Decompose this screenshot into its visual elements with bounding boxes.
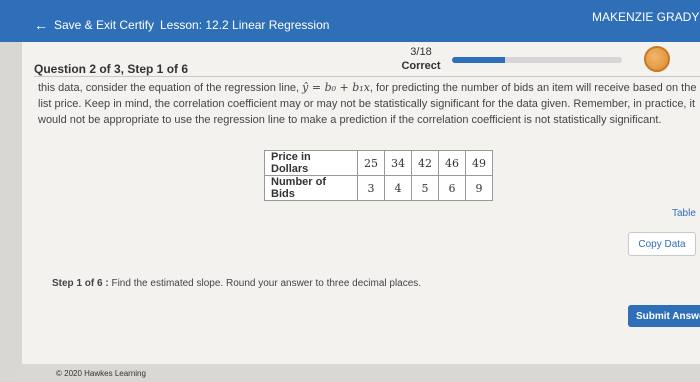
top-bar: ← Save & Exit Certify Lesson: 12.2 Linea… [0,0,700,42]
question-title: Question 2 of 3, Step 1 of 6 [34,62,189,76]
question-prompt: this data, consider the equation of the … [38,80,698,128]
table-row: Price in Dollars 25 34 42 46 49 [264,150,493,176]
table-cell: 25 [357,150,385,176]
table-cell: 9 [465,175,493,201]
copy-data-button[interactable]: Copy Data [628,232,696,256]
step-text: Find the estimated slope. Round your ans… [111,278,422,289]
question-panel: Question 2 of 3, Step 1 of 6 3/18 Correc… [22,42,700,382]
lesson-title: Lesson: 12.2 Linear Regression [160,18,330,32]
progress-bar [452,57,622,63]
data-table: Price in Dollars 25 34 42 46 49 Number o… [264,150,493,201]
step-instruction: Step 1 of 6 : Find the estimated slope. … [52,278,421,289]
footer: © 2020 Hawkes Learning [22,364,700,382]
divider [34,76,700,77]
table-link[interactable]: Table [672,208,696,219]
score-display: 3/18 Correct [396,46,446,72]
regression-equation: ŷ = b₀ + b₁x [302,81,370,94]
table-cell: 49 [465,150,493,176]
row-header-bids: Number of Bids [264,175,358,201]
prompt-text-before: this data, consider the equation of the … [38,82,303,94]
user-name[interactable]: MAKENZIE GRADY [592,10,699,24]
achievement-badge-icon[interactable] [644,46,670,72]
table-cell: 3 [357,175,385,201]
table-cell: 5 [411,175,439,201]
table-cell: 42 [411,150,439,176]
table-cell: 34 [384,150,412,176]
copyright-text: © 2020 Hawkes Learning [56,369,146,378]
table-row: Number of Bids 3 4 5 6 9 [264,175,493,201]
step-label: Step 1 of 6 : [52,278,109,289]
score-fraction: 3/18 [410,46,432,58]
submit-answer-button[interactable]: Submit Answe [628,305,700,327]
save-exit-button[interactable]: ← Save & Exit Certify [34,18,154,32]
progress-fill [452,57,505,63]
back-arrow-icon: ← [34,17,48,33]
row-header-price: Price in Dollars [264,150,358,176]
score-status: Correct [401,60,441,72]
table-cell: 46 [438,150,466,176]
save-exit-label: Save & Exit Certify [54,18,155,32]
table-cell: 6 [438,175,466,201]
table-cell: 4 [384,175,412,201]
